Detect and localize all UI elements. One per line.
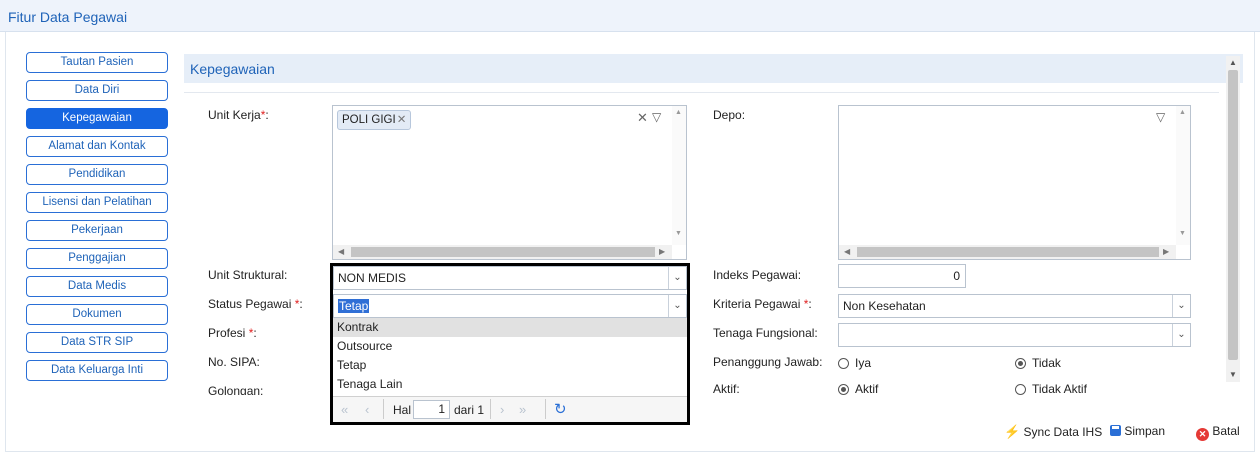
tenaga-fungsional-label: Tenaga Fungsional: (713, 326, 818, 340)
depo-hscroll[interactable]: ◀ ▶ (839, 245, 1176, 259)
chip-remove-icon[interactable]: ✕ (397, 114, 407, 126)
panel-divider (184, 92, 1219, 93)
nav-data-medis[interactable]: Data Medis (26, 276, 168, 297)
unit-struktural-label: Unit Struktural: (208, 268, 288, 282)
no-sipa-label: No. SIPA: (208, 355, 260, 369)
window-title: Fitur Data Pegawai (8, 9, 128, 25)
nav-data-str-sip[interactable]: Data STR SIP (26, 332, 168, 353)
panel-header: Kepegawaian (184, 54, 1243, 83)
nav-penggajian[interactable]: Penggajian (26, 248, 168, 269)
chevron-down-icon[interactable]: ⌄ (1172, 295, 1190, 317)
aktif-label: Aktif: (713, 382, 740, 396)
nav-data-diri[interactable]: Data Diri (26, 80, 168, 101)
unit-kerja-vscroll[interactable]: ▲ ▼ (672, 106, 686, 245)
nav-lisensi-pelatihan[interactable]: Lisensi dan Pelatihan (26, 192, 168, 213)
depo-vscroll[interactable]: ▲ ▼ (1176, 106, 1190, 245)
nav-kepegawaian[interactable]: Kepegawaian (26, 108, 168, 129)
scroll-up-icon[interactable]: ▲ (1229, 58, 1237, 67)
kriteria-pegawai-select[interactable]: Non Kesehatan ⌄ (838, 294, 1191, 318)
status-pegawai-label: Status Pegawai *: (208, 297, 303, 311)
radio-tidak-aktif-label: Tidak Aktif (1032, 382, 1087, 396)
nav-data-keluarga-inti[interactable]: Data Keluarga Inti (26, 360, 168, 381)
clear-icon[interactable]: ✕ (637, 110, 648, 126)
filter-icon[interactable]: ▽ (652, 110, 661, 124)
sync-data-ihs-button[interactable]: ⚡ Sync Data IHS (1004, 424, 1102, 440)
nav-tautan-pasien[interactable]: Tautan Pasien (26, 52, 168, 73)
panel-title: Kepegawaian (190, 61, 275, 77)
radio-iya-label: Iya (855, 356, 872, 370)
save-button[interactable]: Simpan (1110, 424, 1165, 438)
cancel-button[interactable]: ✕ Batal (1196, 424, 1240, 441)
indeks-pegawai-input[interactable]: 0 (838, 264, 966, 288)
nav-pendidikan[interactable]: Pendidikan (26, 164, 168, 185)
nav-dokumen[interactable]: Dokumen (26, 304, 168, 325)
depo-multiselect[interactable]: ▽ ▲ ▼ ◀ ▶ (838, 105, 1191, 260)
nav-alamat-kontak[interactable]: Alamat dan Kontak (26, 136, 168, 157)
scrollbar-thumb[interactable] (1228, 70, 1238, 360)
profesi-label: Profesi *: (208, 326, 257, 340)
floppy-disk-icon (1110, 425, 1121, 436)
unit-kerja-multiselect[interactable]: POLI GIGI✕ ✕ ▽ ▲ ▼ ◀ ▶ (332, 105, 687, 260)
panel-scrollbar[interactable]: ▲ ▼ (1226, 56, 1240, 382)
radio-tidak-aktif[interactable] (1015, 384, 1026, 395)
window-titlebar: Fitur Data Pegawai (0, 0, 1260, 32)
lightning-icon: ⚡ (1004, 424, 1021, 439)
radio-aktif-label: Aktif (855, 382, 879, 396)
radio-aktif[interactable] (838, 384, 849, 395)
kriteria-pegawai-label: Kriteria Pegawai *: (713, 297, 812, 311)
tenaga-fungsional-select[interactable]: ⌄ (838, 323, 1191, 347)
depo-label: Depo: (713, 108, 746, 122)
filter-icon[interactable]: ▽ (1156, 110, 1165, 124)
nav-pekerjaan[interactable]: Pekerjaan (26, 220, 168, 241)
penanggung-jawab-label: Penanggung Jawab: (713, 355, 823, 369)
radio-iya[interactable] (838, 358, 849, 369)
indeks-pegawai-label: Indeks Pegawai: (713, 268, 802, 282)
scroll-down-icon[interactable]: ▼ (1229, 370, 1237, 379)
dropdown-highlight-frame (330, 263, 690, 425)
radio-tidak[interactable] (1015, 358, 1026, 369)
unit-kerja-chip: POLI GIGI✕ (337, 110, 412, 130)
close-circle-icon: ✕ (1196, 428, 1209, 441)
chevron-down-icon[interactable]: ⌄ (1172, 324, 1190, 346)
radio-tidak-label: Tidak (1032, 356, 1061, 370)
unit-kerja-label: Unit Kerja*: (208, 108, 269, 122)
unit-kerja-hscroll[interactable]: ◀ ▶ (333, 245, 672, 259)
